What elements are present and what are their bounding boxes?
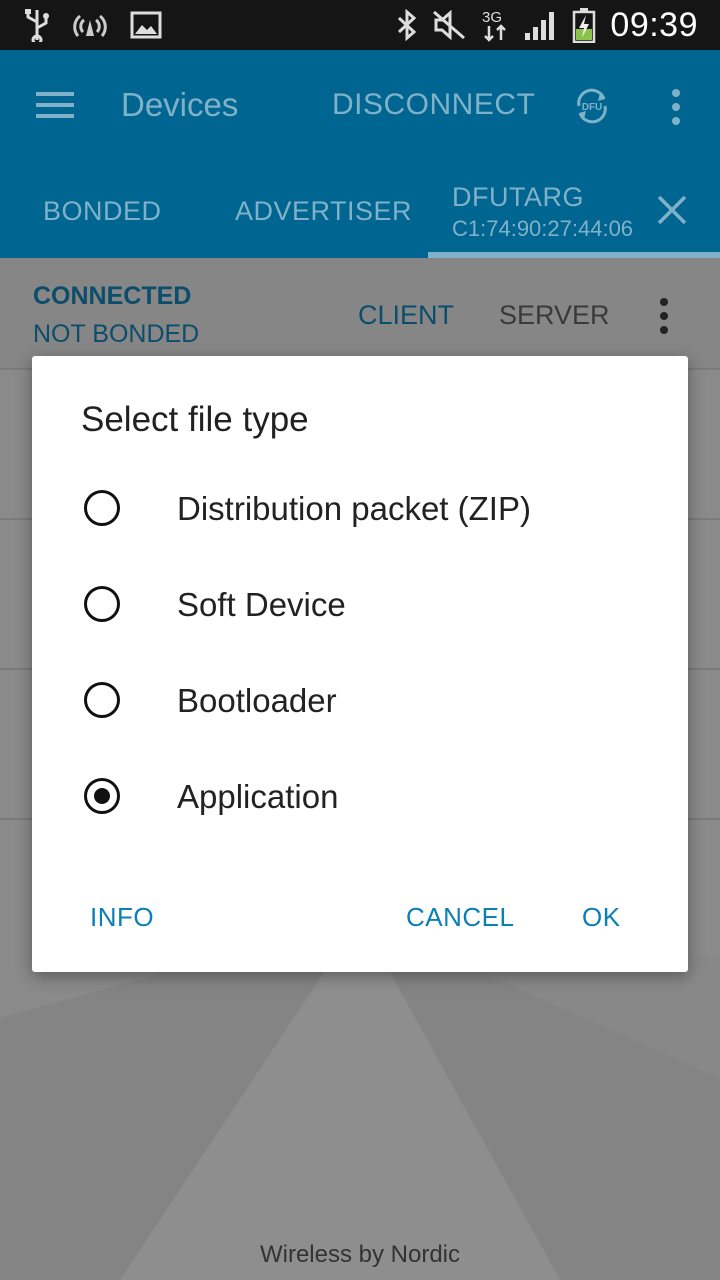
tab-bar: BONDED ADVERTISER DFUTARG C1:74:90:27:44…	[0, 160, 720, 258]
connection-status-row: CONNECTED NOT BONDED CLIENT SERVER	[0, 258, 720, 368]
mute-icon	[432, 10, 466, 40]
radio-button[interactable]	[84, 490, 120, 526]
info-button[interactable]: INFO	[90, 902, 154, 933]
select-file-type-dialog: Select file type Distribution packet (ZI…	[32, 356, 688, 972]
close-icon	[657, 195, 687, 225]
dfu-icon-label: DFU	[582, 102, 603, 113]
option-label: Bootloader	[177, 682, 337, 719]
close-tab-button[interactable]	[656, 194, 688, 226]
menu-button[interactable]	[36, 88, 76, 122]
signal-icon	[524, 9, 558, 41]
dfu-icon: DFU	[577, 88, 607, 124]
server-tab[interactable]: SERVER	[499, 300, 610, 331]
option-distribution-packet[interactable]: Distribution packet (ZIP)	[32, 462, 688, 558]
disconnect-button[interactable]: DISCONNECT	[332, 88, 535, 122]
network-label: 3G	[482, 9, 502, 26]
radio-button-selected[interactable]	[84, 778, 120, 814]
option-label: Application	[177, 778, 339, 815]
battery-charging-icon	[572, 7, 596, 43]
option-soft-device[interactable]: Soft Device	[32, 558, 688, 654]
more-vert-icon	[660, 298, 668, 334]
wireless-icon	[72, 10, 108, 40]
option-application[interactable]: Application	[32, 750, 688, 846]
network-icon: 3G	[480, 7, 510, 43]
tab-device-name: DFUTARG	[452, 182, 584, 212]
cancel-button[interactable]: CANCEL	[406, 902, 514, 933]
image-icon	[130, 11, 162, 39]
option-label: Soft Device	[177, 586, 346, 623]
more-vert-icon	[672, 89, 680, 125]
hamburger-icon	[36, 92, 74, 118]
client-tab[interactable]: CLIENT	[358, 300, 454, 331]
tab-device-address: C1:74:90:27:44:06	[452, 216, 634, 241]
status-time: 09:39	[610, 5, 698, 44]
footer-brand: Wireless by Nordic	[259, 1241, 461, 1268]
option-label: Distribution packet (ZIP)	[177, 490, 531, 527]
radio-button[interactable]	[84, 586, 120, 622]
tab-advertiser[interactable]: ADVERTISER	[235, 196, 412, 227]
usb-icon	[24, 8, 50, 42]
option-bootloader[interactable]: Bootloader	[32, 654, 688, 750]
connection-state: CONNECTED	[33, 282, 192, 310]
radio-dot	[94, 788, 110, 804]
bond-state: NOT BONDED	[33, 320, 200, 348]
app-title: Devices	[121, 86, 239, 123]
connection-more-button[interactable]	[658, 296, 670, 336]
bluetooth-icon	[396, 9, 418, 41]
status-bar: 3G 09:39	[0, 0, 720, 50]
dialog-title: Select file type	[81, 400, 309, 439]
tab-bonded[interactable]: BONDED	[43, 196, 162, 227]
dfu-button[interactable]: DFU	[571, 85, 613, 127]
radio-button[interactable]	[84, 682, 120, 718]
ok-button[interactable]: OK	[582, 902, 621, 933]
overflow-menu-button[interactable]	[664, 85, 688, 129]
app-bar: Devices DISCONNECT DFU	[0, 50, 720, 160]
